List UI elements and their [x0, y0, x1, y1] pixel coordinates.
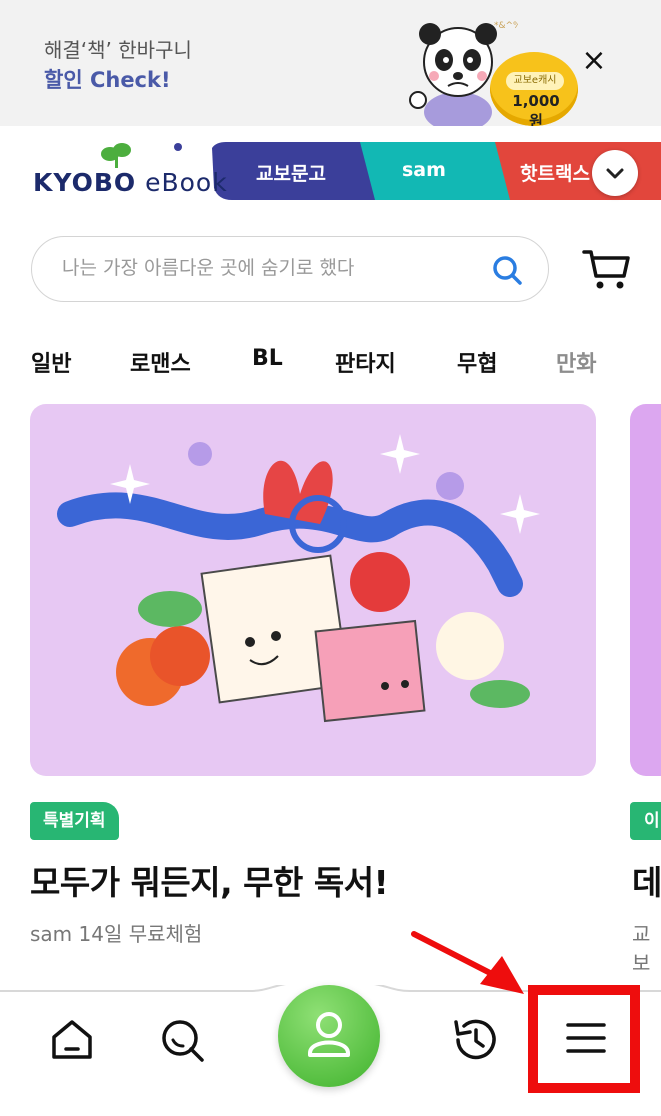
category-general[interactable]: 일반 — [31, 346, 71, 378]
promo-banner[interactable]: 해결‘책’ 한바구니 할인 Check! *&^%? 교보e캐시 1,000원 … — [0, 0, 661, 130]
svg-text:*&^%?: *&^%? — [494, 21, 518, 31]
close-icon: × — [581, 43, 607, 78]
search-icon[interactable] — [490, 253, 524, 287]
close-promo-button[interactable]: × — [576, 44, 612, 80]
logo-dot — [174, 143, 182, 151]
card-subtitle: sam 14일 무료체험 — [30, 922, 203, 946]
recent-history-icon[interactable] — [448, 1014, 502, 1066]
red-arrow-icon — [411, 931, 524, 994]
category-bl[interactable]: BL — [252, 346, 283, 371]
card-badge: 특별기획 — [30, 802, 119, 840]
kyobo-ebook-logo[interactable]: KYOBO eBook — [33, 168, 228, 197]
home-icon[interactable] — [48, 1017, 96, 1063]
featured-card-image[interactable] — [30, 404, 596, 776]
highlight-box — [528, 985, 640, 1093]
tab-kyobo-bookstore[interactable]: 교보문고 — [256, 159, 326, 186]
category-fantasy[interactable]: 판타지 — [335, 346, 396, 378]
category-comics[interactable]: 만화 — [556, 346, 596, 378]
logo-sub-text: eBook — [136, 168, 228, 197]
promo-line2: 할인 Check! — [44, 68, 171, 92]
tab-sam[interactable]: sam — [402, 159, 446, 181]
tab-hottracks[interactable]: 핫트랙스 — [520, 159, 590, 186]
logo-main-text: KYOBO — [33, 168, 137, 197]
user-icon — [308, 1012, 350, 1057]
promo-line1: 해결‘책’ 한바구니 — [44, 38, 192, 62]
logo-leaf-icon — [101, 143, 131, 168]
category-romance[interactable]: 로맨스 — [130, 346, 191, 378]
next-card-image[interactable] — [630, 404, 661, 776]
next-card-subtitle: 교보 — [632, 922, 651, 975]
kyobo-ebook-home: 해결‘책’ 한바구니 할인 Check! *&^%? 교보e캐시 1,000원 … — [0, 0, 661, 1116]
expand-tabs-button[interactable] — [592, 150, 638, 196]
search-bar[interactable] — [31, 236, 549, 302]
search-input[interactable] — [62, 257, 482, 279]
card-title[interactable]: 모두가 뭐든지, 무한 독서! — [30, 856, 389, 904]
chevron-down-icon — [606, 168, 624, 179]
nav-search-icon[interactable] — [158, 1016, 208, 1066]
gift-box-illustration — [57, 434, 540, 723]
my-library-button[interactable] — [278, 985, 380, 1087]
category-martial-arts[interactable]: 무협 — [457, 346, 497, 378]
next-card-title[interactable]: 데 — [632, 856, 661, 904]
cart-icon[interactable] — [580, 246, 632, 292]
coin-tag: 교보e캐시 — [506, 72, 564, 90]
next-card-badge: 이 — [630, 802, 661, 840]
